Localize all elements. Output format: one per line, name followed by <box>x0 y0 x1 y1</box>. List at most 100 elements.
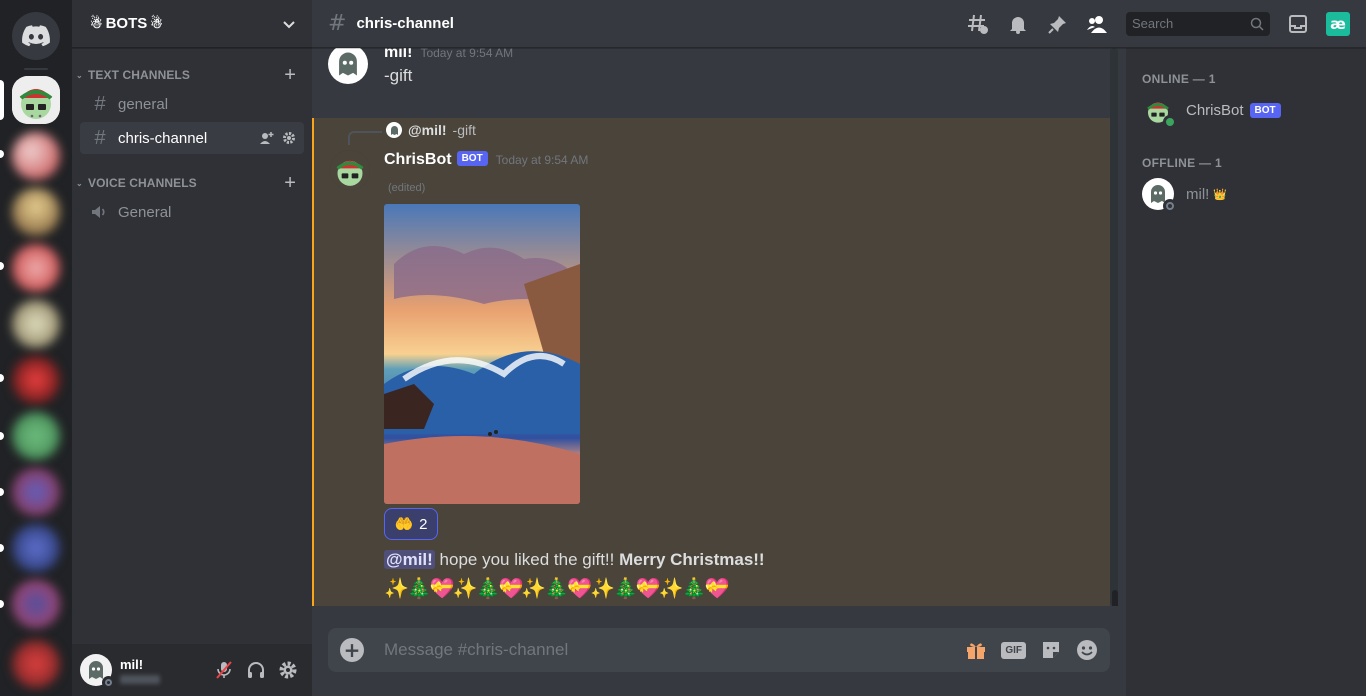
chat-area: # chris-channel Search æ mil! Today at 9… <box>312 0 1366 696</box>
crown-icon: 👑 <box>1213 187 1228 201</box>
server-icon-6[interactable] <box>12 412 60 460</box>
username: mil! <box>120 656 144 672</box>
reply-connector <box>348 131 382 145</box>
sunset-beach-painting <box>384 204 580 504</box>
chevron-down-icon <box>283 20 295 28</box>
ghost-avatar-icon <box>390 125 398 135</box>
server-icon-1[interactable] <box>12 132 60 180</box>
text-channel-hash-icon: # <box>94 92 106 115</box>
message-content: -gift <box>384 66 413 85</box>
server-icon-10[interactable] <box>12 640 60 688</box>
app-extension-logo-icon[interactable]: æ <box>1326 11 1350 36</box>
elf-avatar-icon <box>12 76 60 124</box>
ghost-icon: ☃ <box>90 15 103 31</box>
gear-icon[interactable] <box>282 131 296 145</box>
discord-app: ☃ BOTS ☃ ⌄ TEXT CHANNELS + # general # c… <box>0 0 1366 696</box>
hands-emoji-icon: 🤲 <box>394 516 414 533</box>
headphones-icon <box>248 662 264 678</box>
server-icon-2[interactable] <box>12 188 60 236</box>
speaker-icon <box>92 206 105 218</box>
category-voice-channels[interactable]: ⌄ VOICE CHANNELS + <box>72 173 312 193</box>
message-composer[interactable]: + Message #chris-channel GIF <box>328 628 1110 672</box>
emoji-line: ✨🎄💝✨🎄💝✨🎄💝✨🎄💝✨🎄💝 <box>384 576 730 600</box>
avatar[interactable] <box>80 654 115 689</box>
threads-button[interactable] <box>966 12 990 36</box>
ghost-icon: ☃ <box>150 15 163 31</box>
server-icon-8[interactable] <box>12 524 60 572</box>
message-list: mil! Today at 9:54 AM -gift @mil! -gift <box>312 48 1126 606</box>
bell-icon <box>1010 16 1026 34</box>
deafen-button[interactable] <box>240 654 272 686</box>
channel-title: chris-channel <box>356 15 454 32</box>
search-icon <box>1250 17 1264 31</box>
gift-icon[interactable] <box>965 639 987 661</box>
unread-pill <box>0 544 4 552</box>
member-list-button[interactable] <box>1086 12 1110 36</box>
avatar <box>1142 178 1177 213</box>
channel-general[interactable]: # general <box>80 88 304 120</box>
create-channel-plus-icon[interactable]: + <box>284 173 296 193</box>
ghost-avatar-icon <box>339 52 357 76</box>
emoji-icon[interactable] <box>1076 639 1098 661</box>
unread-pill <box>0 374 4 382</box>
text-channel-hash-icon: # <box>94 126 106 149</box>
members-icon <box>1087 15 1107 33</box>
discord-home-button[interactable] <box>12 12 60 60</box>
channel-chris-channel[interactable]: # chris-channel <box>80 122 304 154</box>
message-timestamp: Today at 9:54 AM <box>420 48 514 60</box>
server-header[interactable]: ☃ BOTS ☃ <box>72 0 312 48</box>
server-icon-4[interactable] <box>12 300 60 348</box>
user-settings-button[interactable] <box>272 654 304 686</box>
mentioned-message: @mil! -gift ChrisBot BOT Today at 9:54 AM <box>312 118 1110 606</box>
mute-microphone-button[interactable] <box>208 654 240 686</box>
avatar[interactable] <box>328 48 368 84</box>
user-mention[interactable]: @mil! <box>384 550 435 569</box>
text-channel-hash-icon: # <box>328 11 347 36</box>
message-timestamp: Today at 9:54 AM <box>495 153 589 167</box>
member-mil[interactable]: mil! 👑 <box>1142 174 1227 214</box>
server-icon-5[interactable] <box>12 356 60 404</box>
pin-icon <box>1048 15 1066 34</box>
gift-image-attachment[interactable] <box>384 204 580 504</box>
reaction-button[interactable]: 🤲 2 <box>384 508 438 540</box>
voice-channel-general[interactable]: General <box>80 196 304 228</box>
message-author[interactable]: ChrisBot <box>384 151 452 168</box>
member-chrisbot[interactable]: ChrisBot BOT <box>1142 90 1281 130</box>
inbox-button[interactable] <box>1286 12 1310 36</box>
unread-pill <box>0 488 4 496</box>
online-status-icon <box>1163 115 1177 129</box>
avatar[interactable] <box>330 150 370 190</box>
server-icon-bots[interactable] <box>12 76 60 124</box>
threads-icon <box>968 14 988 34</box>
message-input[interactable]: Message #chris-channel <box>384 640 965 660</box>
scrollbar-track[interactable] <box>1110 48 1118 606</box>
elf-avatar-icon <box>330 150 370 190</box>
discord-logo-icon <box>22 25 50 47</box>
unread-pill <box>0 600 4 608</box>
sticker-icon[interactable] <box>1040 639 1062 661</box>
member-list: ONLINE — 1 ChrisBot BOT OFFLINE — 1 mil!… <box>1126 48 1366 696</box>
avatar <box>1142 94 1177 129</box>
scrollbar-thumb[interactable] <box>1112 590 1118 606</box>
gear-icon <box>279 661 297 679</box>
reply-preview[interactable]: @mil! -gift <box>386 122 476 138</box>
server-icon-7[interactable] <box>12 468 60 516</box>
inbox-icon <box>1289 14 1307 33</box>
pinned-messages-button[interactable] <box>1046 12 1070 36</box>
category-text-channels[interactable]: ⌄ TEXT CHANNELS + <box>72 65 312 85</box>
bot-badge: BOT <box>1249 102 1281 118</box>
gif-button[interactable]: GIF <box>1001 641 1026 659</box>
message-author[interactable]: mil! <box>384 48 412 61</box>
rail-separator <box>24 68 48 70</box>
invite-user-icon[interactable] <box>260 131 274 145</box>
upload-plus-button[interactable]: + <box>340 638 364 662</box>
notifications-button[interactable] <box>1006 12 1030 36</box>
server-rail <box>0 0 72 696</box>
unread-pill <box>0 432 4 440</box>
search-input[interactable]: Search <box>1126 11 1270 36</box>
offline-status-icon <box>1163 199 1177 213</box>
create-channel-plus-icon[interactable]: + <box>284 65 296 85</box>
server-icon-3[interactable] <box>12 244 60 292</box>
server-icon-9[interactable] <box>12 580 60 628</box>
bot-badge: BOT <box>456 151 488 166</box>
